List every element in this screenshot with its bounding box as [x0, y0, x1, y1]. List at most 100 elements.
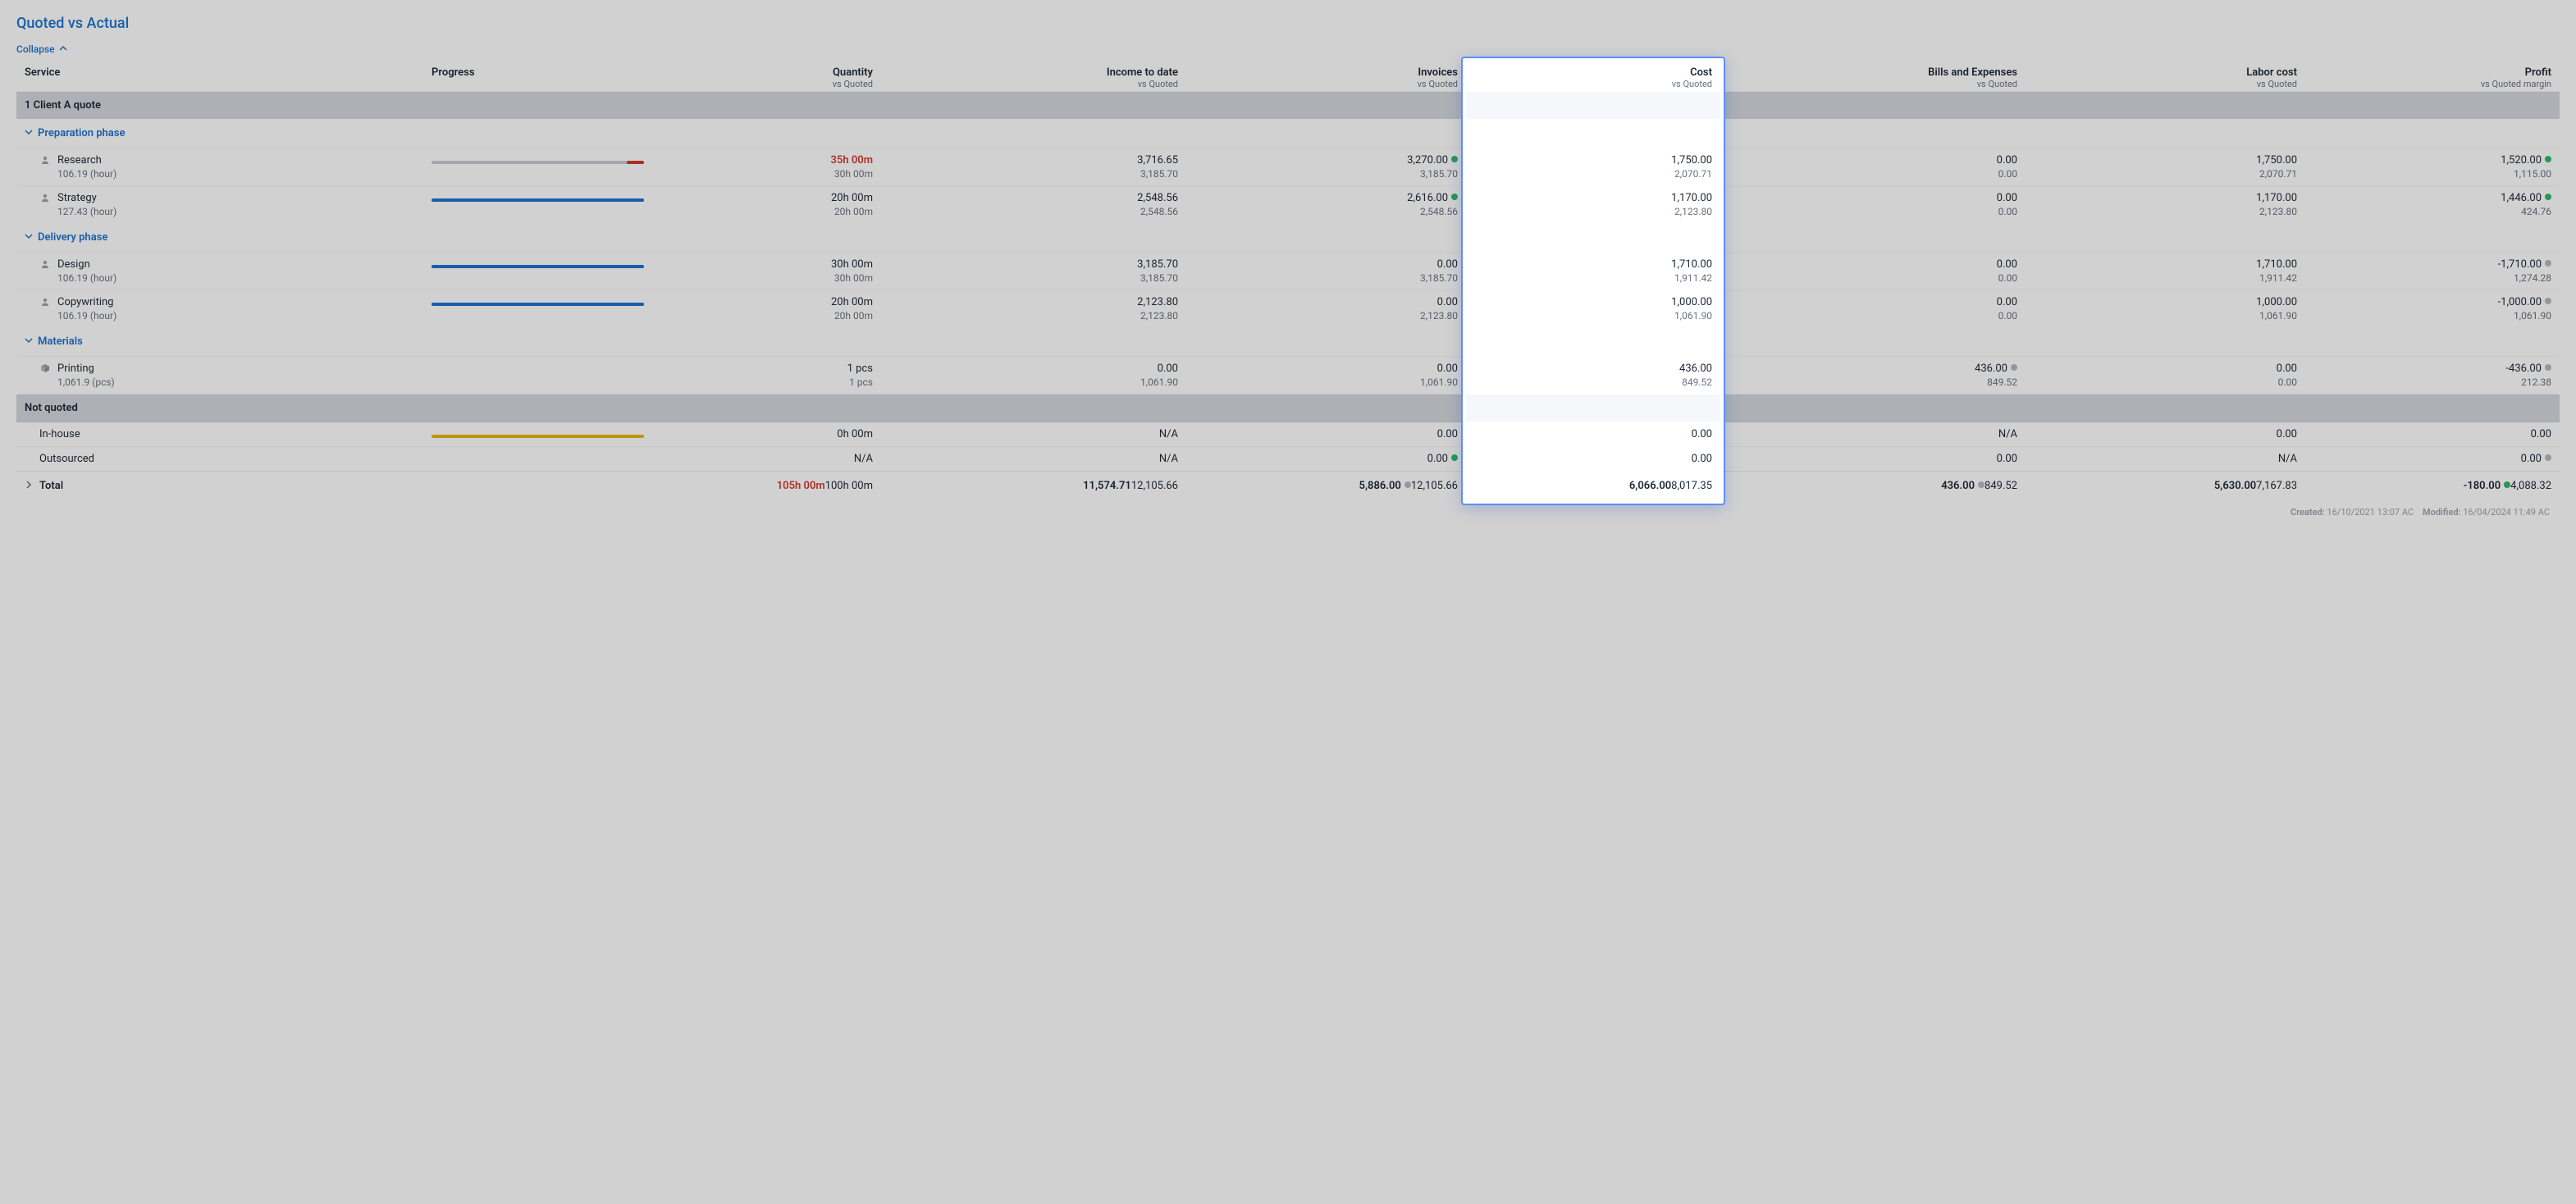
table-cell: 1,170.002,123.80 [1466, 186, 1720, 224]
table-cell: 1 pcs1 pcs [652, 357, 881, 394]
table-cell: 6,066.008,017.35 [1466, 472, 1720, 501]
service-rate: 1,061.9 (pcs) [57, 376, 115, 388]
table-cell: 1,000.001,061.90 [2026, 290, 2305, 328]
phase-row[interactable]: Materials [16, 327, 2560, 357]
table-cell: 2,548.562,548.56 [881, 186, 1186, 224]
phase-row[interactable]: Delivery phase [16, 223, 2560, 253]
table-cell: 1,520.001,115.00 [2305, 148, 2560, 186]
col-income: Income to datevs Quoted [881, 62, 1186, 92]
col-profit: Profitvs Quoted margin [2305, 62, 2560, 92]
col-invoices: Invoicesvs Quoted [1186, 62, 1466, 92]
col-service: Service [16, 62, 423, 92]
table-cell: N/A [652, 447, 881, 472]
table-row[interactable]: Research106.19 (hour)35h 00m30h 00m3,716… [16, 148, 2560, 186]
table-cell: 5,630.007,167.83 [2026, 472, 2305, 501]
table-cell: 5,886.0012,105.66 [1186, 472, 1466, 501]
table-cell: 30h 00m30h 00m [652, 253, 881, 290]
table-cell: 0.001,061.90 [881, 357, 1186, 394]
table-cell: 3,270.003,185.70 [1186, 148, 1466, 186]
table-cell: 0.00 [1186, 422, 1466, 447]
service-name: Strategy [57, 192, 116, 204]
table-cell: 1,710.001,911.42 [2026, 253, 2305, 290]
progress-cell [423, 422, 652, 447]
table-row[interactable]: Copywriting106.19 (hour)20h 00m20h 00m2,… [16, 290, 2560, 328]
table-cell: 1,000.001,061.90 [1466, 290, 1720, 328]
table-cell: 20h 00m20h 00m [652, 290, 881, 328]
table-cell: N/A [881, 422, 1186, 447]
table-cell: 0.000.00 [2026, 357, 2305, 394]
col-quantity: Quantityvs Quoted [652, 62, 881, 92]
table-row[interactable]: In-house0h 00mN/A0.000.00N/A0.000.00 [16, 422, 2560, 447]
table-cell: N/A [2026, 447, 2305, 472]
service-name: Outsourced [25, 453, 415, 465]
table-cell: 3,716.653,185.70 [881, 148, 1186, 186]
table-row[interactable]: Design106.19 (hour) 30h 00m30h 00m3,185.7… [16, 253, 2560, 290]
chevron-down-icon [25, 335, 33, 348]
table-cell: 35h 00m30h 00m [652, 148, 881, 186]
table-cell: 1,750.002,070.71 [1466, 148, 1720, 186]
chevron-right-icon [25, 480, 33, 492]
table-cell: N/A [1720, 422, 2026, 447]
chevron-up-icon [59, 43, 67, 55]
service-rate: 106.19 (hour) [57, 272, 116, 284]
progress-cell [423, 290, 652, 328]
table-cell: 0.003,185.70 [1186, 253, 1466, 290]
table-cell: 2,123.802,123.80 [881, 290, 1186, 328]
table-cell: 436.00849.52 [1720, 357, 2026, 394]
col-progress: Progress [423, 62, 652, 92]
col-labor: Labor costvs Quoted [2026, 62, 2305, 92]
section-header: Not quoted [16, 394, 2560, 422]
table-row[interactable]: Printing1,061.9 (pcs)1 pcs1 pcs0.001,061… [16, 357, 2560, 394]
service-name: Copywriting [57, 296, 116, 308]
table-row[interactable]: Strategy 127.43 (hour) 20h 00m20h 00m2,548… [16, 186, 2560, 224]
progress-cell [423, 148, 652, 186]
table-cell: 0.000.00 [1720, 148, 2026, 186]
chevron-down-icon [25, 231, 33, 244]
table-cell: 0.00 [2305, 447, 2560, 472]
meta-footer: Created: 16/10/2021 13:07 AC Modified: 1… [16, 500, 2560, 518]
table-cell: 0.001,061.90 [1186, 357, 1466, 394]
table-cell: 0.00 [1466, 447, 1720, 472]
service-name: Design [57, 258, 116, 271]
person-icon [39, 259, 51, 271]
table-cell: 0.00 [1186, 447, 1466, 472]
col-bills: Bills and Expensesvs Quoted [1720, 62, 2026, 92]
table-cell: 1,446.00424.76 [2305, 186, 2560, 224]
phase-row[interactable]: Preparation phase [16, 119, 2560, 148]
person-icon [39, 297, 51, 309]
table-cell: 436.00849.52 [1720, 472, 2026, 501]
service-name: In-house [25, 428, 415, 440]
progress-cell [423, 186, 652, 224]
person-icon [39, 155, 51, 167]
table-cell: 0.00 [1720, 447, 2026, 472]
table-row[interactable]: OutsourcedN/AN/A0.000.000.00N/A0.00 [16, 447, 2560, 472]
table-cell: 0.000.00 [1720, 290, 2026, 328]
table-cell: 2,616.002,548.56 [1186, 186, 1466, 224]
table-cell: 436.00849.52 [1466, 357, 1720, 394]
table-cell: 0.00 [1466, 422, 1720, 447]
table-cell: 0.002,123.80 [1186, 290, 1466, 328]
table-cell: 0.00 [2026, 422, 2305, 447]
page-title: Quoted vs Actual [16, 15, 2560, 32]
table-cell: 0.000.00 [1720, 253, 2026, 290]
table-cell: 20h 00m20h 00m [652, 186, 881, 224]
collapse-toggle[interactable]: Collapse [16, 43, 67, 55]
service-rate: 127.43 (hour) [57, 206, 116, 217]
table-cell: 0.00 [2305, 422, 2560, 447]
table-cell: 3,185.703,185.70 [881, 253, 1186, 290]
col-cost: Costvs Quoted [1466, 62, 1720, 92]
section-header: 1 Client A quote [16, 92, 2560, 120]
table-cell: -1,710.001,274.28 [2305, 253, 2560, 290]
box-icon [39, 363, 51, 376]
table-cell: 105h 00m100h 00m [652, 472, 881, 501]
progress-cell [423, 447, 652, 472]
table-cell: 0.000.00 [1720, 186, 2026, 224]
table-cell: -1,000.001,061.90 [2305, 290, 2560, 328]
chevron-down-icon [25, 127, 33, 139]
progress-cell [423, 357, 652, 394]
progress-cell [423, 253, 652, 290]
table-cell: N/A [881, 447, 1186, 472]
table-cell: -180.004,088.32 [2305, 472, 2560, 501]
table-cell: 11,574.7112,105.66 [881, 472, 1186, 501]
total-row[interactable]: Total105h 00m100h 00m11,574.7112,105.665… [16, 472, 2560, 501]
